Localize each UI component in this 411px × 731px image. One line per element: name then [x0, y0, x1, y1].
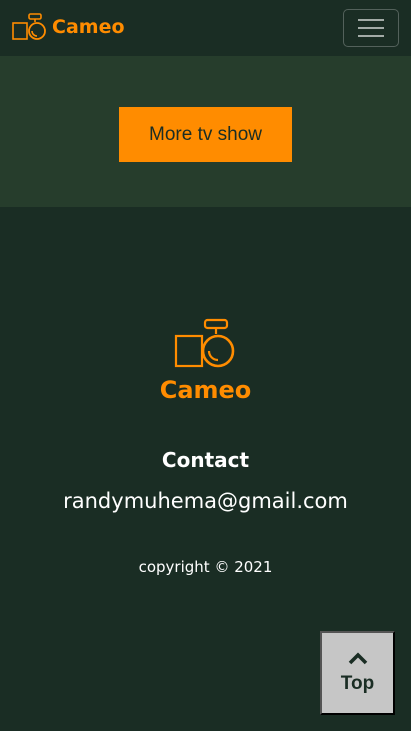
brand-name: Cameo	[52, 16, 125, 38]
camera-icon	[174, 318, 235, 368]
menu-toggle-button[interactable]	[343, 9, 399, 47]
contact-heading: Contact	[161, 448, 250, 472]
camera-icon	[12, 13, 46, 40]
more-tv-show-button[interactable]: More tv show	[119, 107, 292, 162]
contact-email-link[interactable]: randymuhema@gmail.com	[0, 489, 411, 513]
chevron-up-icon	[348, 652, 367, 665]
back-to-top-label: Top	[340, 673, 375, 694]
back-to-top-button[interactable]: Top	[320, 631, 395, 715]
footer-brand-name: Cameo	[159, 376, 252, 404]
navbar: Cameo	[0, 0, 411, 56]
navbar-brand[interactable]: Cameo	[12, 12, 125, 42]
copyright-text: copyright © 2021	[138, 558, 273, 576]
hamburger-menu-icon	[358, 19, 384, 37]
